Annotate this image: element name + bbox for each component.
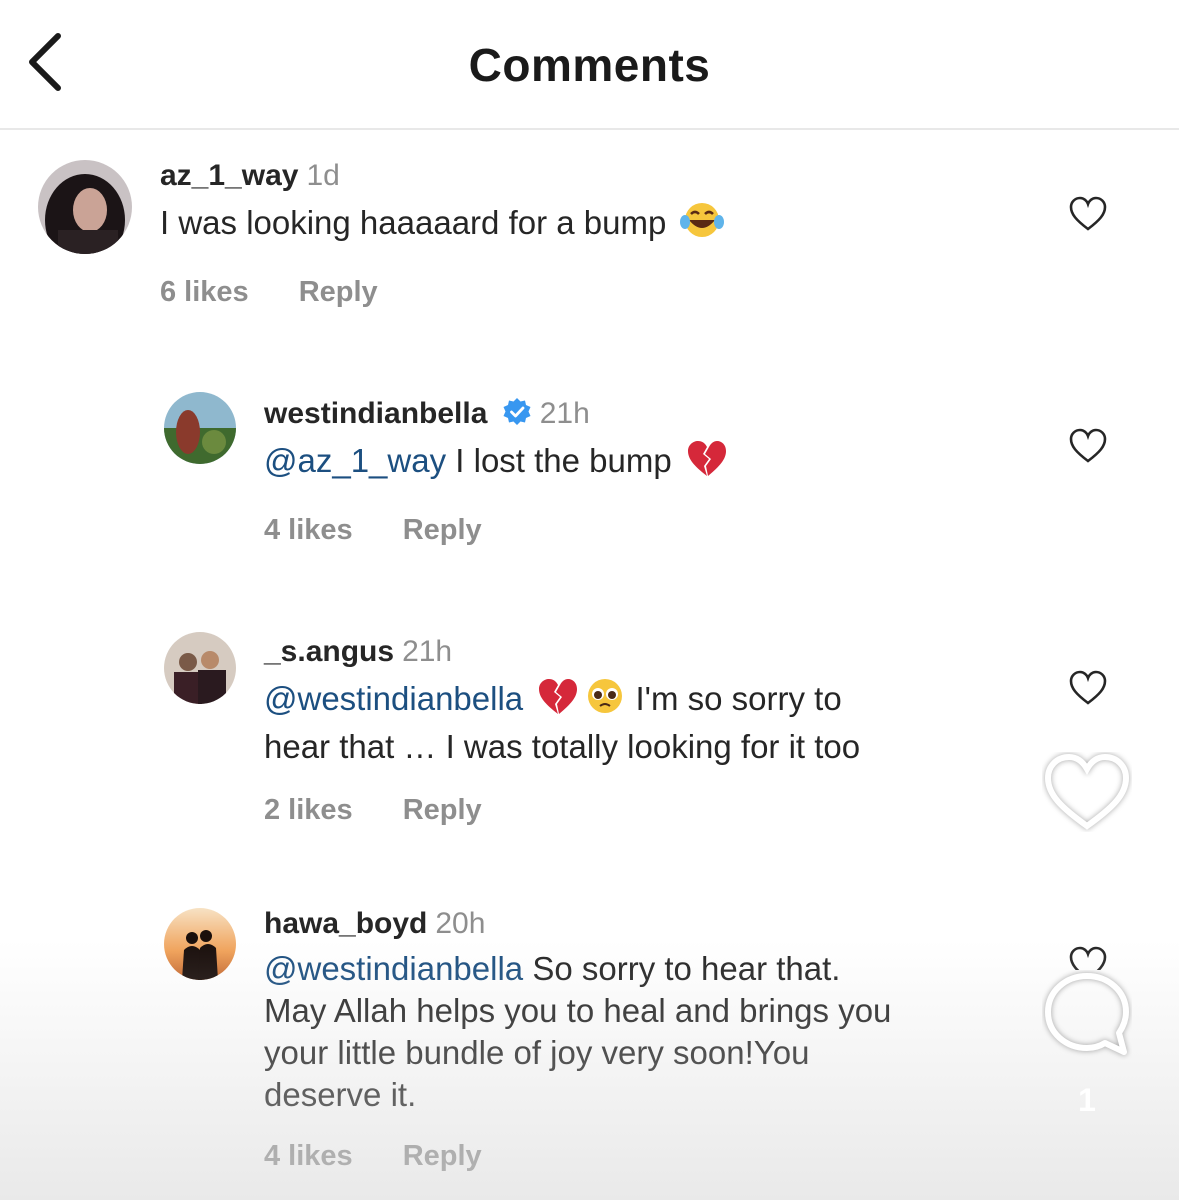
likes-count[interactable]: 2 likes	[264, 794, 353, 826]
comment-text-content-line2: hear that … I was totally looking for it…	[264, 728, 861, 765]
likes-count[interactable]: 4 likes	[264, 514, 353, 546]
comment-username[interactable]: hawa_boyd	[264, 907, 427, 940]
likes-count[interactable]: 6 likes	[160, 276, 249, 308]
avatar[interactable]	[164, 632, 236, 704]
laughing-tears-emoji	[679, 200, 725, 250]
comment-username[interactable]: _s.angus	[264, 635, 394, 668]
pleading-face-emoji	[584, 676, 626, 726]
comment-bubble-icon	[1045, 973, 1129, 1055]
comment-actions: 6 likes Reply	[160, 276, 1020, 309]
comment-like-button[interactable]	[1068, 196, 1108, 232]
overlay-like-count: 5	[1078, 864, 1096, 900]
comment-username[interactable]: az_1_way	[160, 159, 298, 192]
comment-text-content: I was looking haaaaard for a bump	[160, 204, 667, 241]
comment-like-button[interactable]	[1068, 946, 1108, 970]
comment-username[interactable]: westindianbella	[264, 397, 487, 430]
reply-button[interactable]: Reply	[299, 276, 378, 308]
comment-reply-item: _s.angus21h @westindianbella I'm so sor	[0, 630, 1179, 830]
heart-icon	[1069, 670, 1107, 705]
avatar[interactable]	[164, 908, 236, 980]
avatar[interactable]	[38, 160, 132, 254]
comment-reply-item: westindianbella 21h @az_1_way I lost the…	[0, 390, 1179, 560]
overlay-like-button[interactable]	[1042, 752, 1132, 832]
broken-heart-emoji	[536, 676, 580, 726]
heart-icon	[1069, 428, 1107, 463]
comment-like-button[interactable]	[1068, 428, 1108, 464]
mention-link[interactable]: @westindianbella	[264, 950, 523, 987]
avatar[interactable]	[164, 392, 236, 464]
overlay-comment-count: 1	[1078, 1082, 1096, 1118]
comment-text-content: I'm so sorry to	[626, 680, 842, 717]
heart-icon	[1069, 196, 1107, 231]
comment-text: @westindianbella I'm so sorry to hear th…	[264, 676, 1044, 768]
comment-text-content: I lost the bump	[446, 442, 672, 479]
comment-timestamp: 1d	[306, 159, 340, 192]
comment-text: @az_1_way I lost the bump	[264, 438, 1024, 488]
comment-text-content: So sorry to hear that.	[523, 950, 841, 987]
comment-actions: 2 likes Reply	[264, 794, 1044, 827]
mention-link[interactable]: @westindianbella	[264, 680, 523, 717]
comment-like-button[interactable]	[1068, 670, 1108, 706]
mention-link[interactable]: @az_1_way	[264, 442, 446, 479]
comment-actions: 4 likes Reply	[264, 1140, 1044, 1173]
header-bar: Comments	[0, 0, 1179, 130]
comment-reply-item: hawa_boyd 20h @westindianbella So sorry t…	[0, 906, 1179, 1196]
comment-text-content-line4: deserve it.	[264, 1076, 417, 1113]
heart-icon	[1069, 946, 1107, 970]
comment-timestamp: 21h	[539, 397, 590, 430]
page-title: Comments	[468, 39, 711, 91]
comment-text-content-line2: May Allah helps you to heal and brings y…	[264, 992, 892, 1029]
comment-item: az_1_way 1d I was looking haaaaard for a …	[0, 150, 1179, 320]
comment-timestamp: 21h	[402, 635, 453, 668]
broken-heart-emoji	[685, 438, 729, 488]
comment-text-content-line3: your little bundle of joy very soon!You	[264, 1034, 810, 1071]
heart-icon	[1044, 753, 1130, 830]
comment-actions: 4 likes Reply	[264, 514, 1024, 547]
likes-count[interactable]: 4 likes	[264, 1140, 353, 1172]
comment-timestamp: 20h	[435, 907, 486, 940]
comment-text: I was looking haaaaard for a bump	[160, 200, 1020, 250]
overlay-comment-button[interactable]	[1042, 970, 1132, 1060]
reply-button[interactable]: Reply	[403, 794, 482, 826]
reply-button[interactable]: Reply	[403, 1140, 482, 1172]
verified-badge-icon	[502, 397, 532, 427]
reply-button[interactable]: Reply	[403, 514, 482, 546]
comment-text: @westindianbella So sorry to hear that. …	[264, 948, 1044, 1116]
